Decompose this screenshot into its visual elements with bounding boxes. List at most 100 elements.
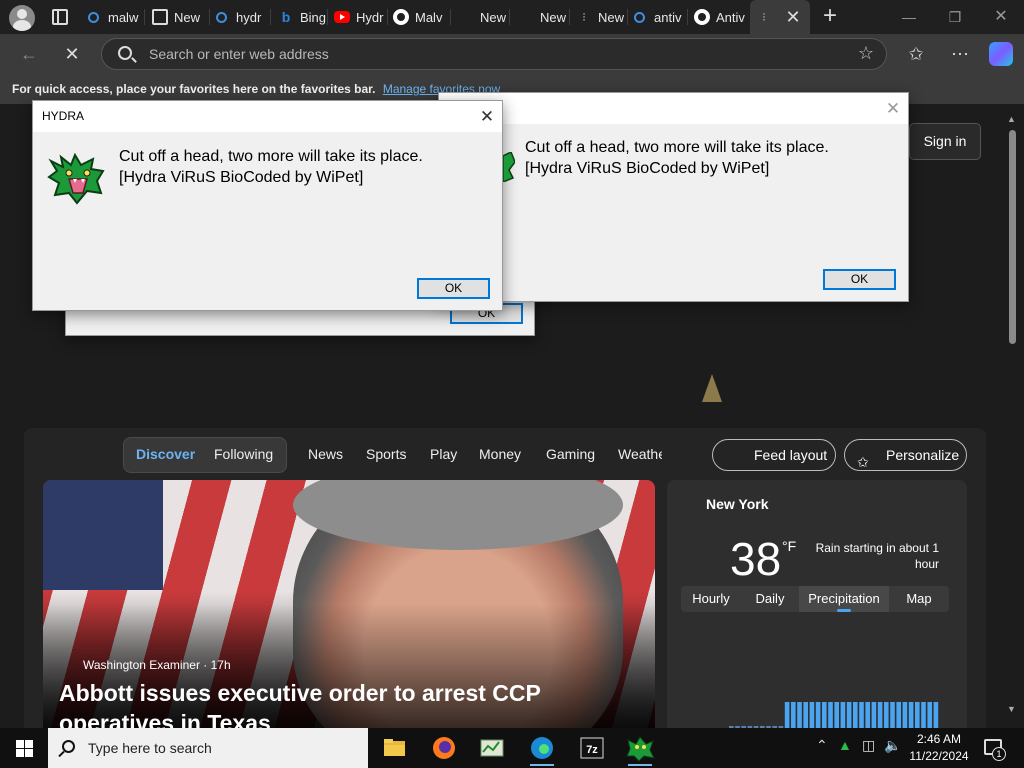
firefox-icon[interactable] (424, 732, 464, 764)
hero-news-card[interactable]: Washington Examiner · 17h Abbott issues … (43, 480, 655, 728)
ok-button[interactable]: OK (823, 269, 896, 290)
7zip-icon[interactable]: 7z (572, 732, 612, 764)
tab-label: Malv (415, 9, 443, 25)
network-icon[interactable]: ◫ (862, 737, 875, 754)
tab-label: Bing (300, 9, 327, 25)
taskbar-search[interactable]: Type here to search (48, 728, 368, 768)
search-icon (88, 11, 99, 23)
personalize-button[interactable]: ✩ Personalize (844, 439, 967, 471)
precip-bar (809, 702, 815, 728)
feed-tab-discover[interactable]: Discover (136, 446, 195, 462)
new-tab-button[interactable]: + (818, 4, 842, 29)
tab-6[interactable]: Malv (393, 0, 451, 34)
weather-forecast: Rain starting in about 1 hour (815, 541, 939, 571)
tab-2[interactable]: New (152, 0, 210, 34)
weather-tab-daily[interactable]: Daily (741, 586, 799, 612)
close-icon[interactable]: ✕ (472, 101, 502, 132)
precip-bar (791, 702, 796, 728)
back-arrow-icon[interactable]: ← (15, 40, 43, 68)
favorite-star-icon[interactable]: ☆ (858, 43, 874, 64)
feed-layout-button[interactable]: Feed layout (712, 439, 836, 471)
scroll-down-icon[interactable]: ▼ (1007, 704, 1016, 714)
precip-bar (908, 702, 914, 728)
github-icon (694, 9, 710, 25)
feed-tab-weather[interactable]: Weathe (618, 446, 662, 462)
address-bar[interactable]: ☆ (101, 38, 887, 70)
precip-bar (902, 702, 908, 728)
precip-bar (933, 702, 939, 728)
tab-9[interactable]: ⁝ New (576, 0, 628, 34)
edge-icon[interactable] (522, 732, 562, 766)
sparkle-icon: ✩ (857, 454, 869, 470)
tab-11[interactable]: Antiv (694, 0, 748, 34)
tab-actions-icon[interactable] (52, 9, 68, 25)
youtube-icon (334, 11, 350, 23)
taskbar: Type here to search 7z ⌃ ▲ ◫ 🔈 2:46 AM 1… (0, 728, 1024, 768)
page-scrollbar[interactable]: ▲ ▼ (1004, 114, 1020, 724)
profile-avatar-icon[interactable] (9, 5, 35, 31)
copilot-icon[interactable] (989, 42, 1013, 66)
tab-label: Hydr (356, 9, 384, 25)
tab-5[interactable]: Hydr (334, 0, 388, 34)
more-menu-icon[interactable]: ⋯ (948, 42, 972, 66)
weather-unit: °F (782, 538, 797, 554)
scroll-up-icon[interactable]: ▲ (1007, 114, 1016, 124)
feed-tab-gaming[interactable]: Gaming (546, 446, 595, 462)
bing-icon: b (281, 9, 291, 25)
scroll-thumb[interactable] (1009, 130, 1016, 344)
newtab-icon (152, 9, 168, 25)
volume-icon[interactable]: 🔈 (884, 737, 901, 754)
tab-3[interactable]: hydr (216, 0, 271, 34)
weather-tab-map[interactable]: Map (889, 586, 949, 612)
hydra-tray-icon[interactable]: ▲ (838, 737, 852, 753)
tab-10[interactable]: antiv (634, 0, 688, 34)
feed-tab-money[interactable]: Money (479, 446, 521, 462)
weather-tab-hourly[interactable]: Hourly (681, 586, 741, 612)
weather-card[interactable]: New York 38 °F Rain starting in about 1 … (667, 480, 967, 728)
precip-bar (884, 702, 889, 728)
tab-label: New (480, 9, 507, 25)
address-input[interactable] (149, 44, 829, 64)
tab-1[interactable]: malw (88, 0, 145, 34)
precip-bar (921, 702, 926, 728)
windows-logo-icon (16, 740, 24, 748)
notifications-icon[interactable]: 1 (984, 739, 1006, 761)
close-icon[interactable]: ✕ (878, 93, 908, 124)
minimize-icon[interactable]: — (886, 0, 932, 34)
feed-tab-sports[interactable]: Sports (366, 446, 406, 462)
precip-bar (915, 702, 920, 728)
tab-strip: malw New hydr b Bing Hydr Malv New New ⁝… (0, 0, 1024, 34)
tab-4[interactable]: b Bing (278, 0, 328, 34)
favorites-icon[interactable]: ✩ (904, 42, 928, 66)
tab-8[interactable]: New (540, 0, 570, 34)
search-icon (634, 11, 645, 23)
close-window-icon[interactable]: ✕ (978, 0, 1024, 34)
sign-in-button[interactable]: Sign in (909, 123, 981, 160)
precip-bar (859, 702, 864, 728)
notification-count: 1 (992, 747, 1006, 761)
dialog-titlebar (439, 93, 908, 124)
ok-button[interactable]: OK (417, 278, 490, 299)
weather-tab-precipitation[interactable]: Precipitation (799, 586, 889, 612)
feed-tab-following[interactable]: Following (214, 446, 273, 462)
precip-bar (890, 702, 895, 728)
taskbar-clock[interactable]: 2:46 AM 11/22/2024 (905, 731, 973, 765)
tab-7[interactable]: New (480, 0, 510, 34)
precip-bar (865, 702, 870, 728)
dialog-message-line2: [Hydra ViRuS BioCoded by WiPet] (119, 169, 364, 186)
clock-date: 11/22/2024 (909, 749, 969, 763)
stop-loading-icon[interactable]: ✕ (58, 40, 86, 68)
task-manager-icon[interactable] (472, 732, 512, 764)
hydra-app-icon[interactable] (620, 732, 660, 766)
feed-tab-play[interactable]: Play (430, 446, 457, 462)
precip-bar (853, 702, 858, 728)
feed-layout-label: Feed layout (754, 447, 828, 463)
news-headline[interactable]: Abbott issues executive order to arrest … (59, 678, 619, 728)
restore-icon[interactable]: ❐ (932, 0, 978, 34)
clock-time: 2:46 AM (916, 732, 962, 746)
show-hidden-icons-icon[interactable]: ⌃ (816, 737, 828, 754)
close-tab-icon[interactable]: ✕ (784, 8, 802, 26)
start-button[interactable] (0, 728, 48, 768)
file-explorer-icon[interactable] (374, 732, 414, 764)
feed-tab-news[interactable]: News (308, 446, 343, 462)
